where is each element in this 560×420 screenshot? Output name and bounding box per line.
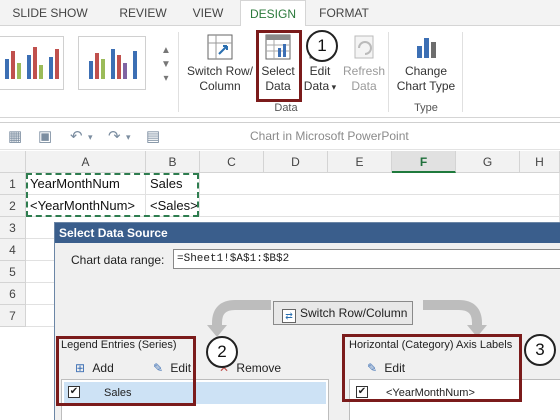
change-chart-type-button[interactable]: Change Chart Type bbox=[394, 32, 458, 94]
tab-view[interactable]: VIEW bbox=[182, 0, 234, 26]
chart-data-range-label: Chart data range: bbox=[71, 253, 165, 267]
row-header-1[interactable]: 1 bbox=[0, 173, 26, 195]
cell-row1-empty[interactable] bbox=[200, 173, 560, 195]
legend-remove-label: Remove bbox=[236, 361, 282, 375]
tab-slide-show[interactable]: SLIDE SHOW bbox=[0, 0, 100, 26]
redo-dropdown-icon[interactable]: ▾ bbox=[126, 132, 131, 143]
tab-review[interactable]: REVIEW bbox=[104, 0, 182, 26]
switch-icon: ⇄ bbox=[282, 309, 296, 323]
column-header-c[interactable]: C bbox=[200, 151, 264, 173]
chart-data-range-input[interactable]: =Sheet1!$A$1:$B$2 bbox=[173, 249, 560, 269]
gallery-scroll-arrows-icon[interactable]: ▲ ▼ ▾ bbox=[160, 44, 172, 94]
legend-entries-highlight-box bbox=[56, 336, 196, 406]
chart-data-icon[interactable]: ▤ bbox=[146, 127, 160, 145]
row-header-5[interactable]: 5 bbox=[0, 261, 26, 283]
chevron-down-icon: ▾ bbox=[329, 82, 337, 92]
column-header-b[interactable]: B bbox=[146, 151, 200, 173]
right-curved-arrow-icon bbox=[423, 300, 487, 337]
refresh-data-button[interactable]: Refresh Data bbox=[342, 32, 386, 94]
change-chart-type-icon bbox=[417, 38, 436, 58]
select-all-corner[interactable] bbox=[0, 151, 26, 173]
switch-row-column-dialog-label: Switch Row/Column bbox=[300, 306, 408, 320]
column-header-e[interactable]: E bbox=[328, 151, 392, 173]
row-header-4[interactable]: 4 bbox=[0, 239, 26, 261]
change-chart-type-label: Change Chart Type bbox=[396, 64, 456, 93]
tab-design[interactable]: DESIGN bbox=[240, 0, 306, 27]
excel-window-title: Chart in Microsoft PowerPoint bbox=[250, 129, 409, 143]
chart-style-thumbnail-2[interactable] bbox=[78, 36, 146, 90]
redo-icon[interactable]: ↷ bbox=[108, 127, 121, 145]
excel-app-icon: ▦ bbox=[8, 128, 23, 145]
column-header-g[interactable]: G bbox=[456, 151, 520, 173]
refresh-data-icon bbox=[354, 35, 374, 59]
dialog-title: Select Data Source bbox=[55, 223, 560, 243]
column-header-a[interactable]: A bbox=[26, 151, 146, 173]
type-group-label: Type bbox=[414, 102, 438, 114]
row-header-7[interactable]: 7 bbox=[0, 305, 26, 327]
axis-labels-highlight-box bbox=[342, 334, 522, 402]
callout-1: 1 bbox=[306, 30, 338, 62]
tab-format[interactable]: FORMAT bbox=[306, 0, 382, 26]
chart-style-thumbnail-1[interactable] bbox=[0, 36, 64, 90]
column-header-d[interactable]: D bbox=[264, 151, 328, 173]
switch-row-column-dialog-button[interactable]: ⇄ Switch Row/Column bbox=[273, 301, 413, 325]
switch-row-column-button[interactable]: Switch Row/ Column bbox=[184, 32, 256, 94]
select-data-highlight-box bbox=[256, 30, 302, 102]
data-group-label: Data bbox=[274, 102, 298, 114]
switch-row-column-icon bbox=[207, 34, 233, 60]
column-header-h[interactable]: H bbox=[520, 151, 560, 173]
save-icon[interactable]: ▣ bbox=[38, 127, 52, 145]
callout-2: 2 bbox=[206, 336, 238, 368]
copy-marquee-selection bbox=[26, 173, 199, 217]
undo-icon[interactable]: ↶ bbox=[70, 127, 83, 145]
switch-row-column-label: Switch Row/ Column bbox=[186, 64, 254, 93]
callout-3: 3 bbox=[524, 334, 556, 366]
cell-row2-empty[interactable] bbox=[200, 195, 560, 217]
ribbon-tab-bar: SLIDE SHOW REVIEW VIEW DESIGN FORMAT bbox=[0, 0, 560, 27]
edit-data-label: Edit Data bbox=[303, 64, 331, 93]
row-header-2[interactable]: 2 bbox=[0, 195, 26, 217]
refresh-data-label: Refresh Data bbox=[342, 64, 386, 93]
column-header-f[interactable]: F bbox=[392, 151, 456, 173]
row-header-6[interactable]: 6 bbox=[0, 283, 26, 305]
row-header-3[interactable]: 3 bbox=[0, 217, 26, 239]
undo-dropdown-icon[interactable]: ▾ bbox=[88, 132, 93, 143]
left-curved-arrow-icon bbox=[207, 300, 271, 337]
